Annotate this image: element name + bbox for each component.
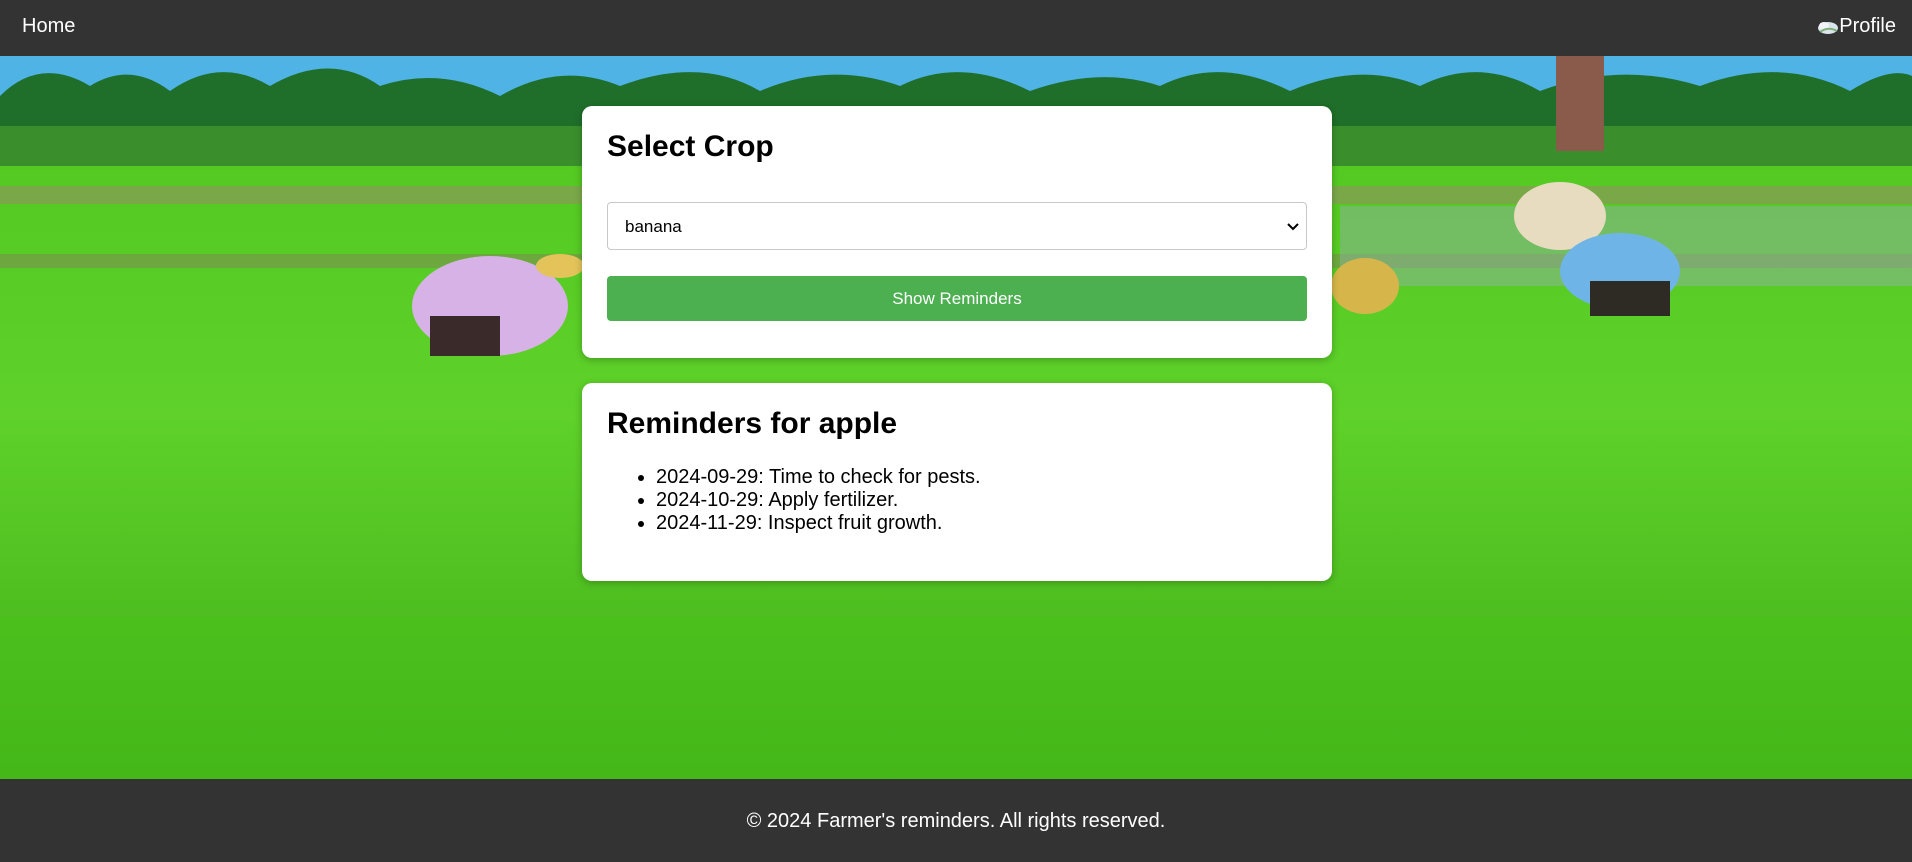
reminders-title: Reminders for apple (607, 407, 898, 440)
nav-home-link[interactable]: Home (22, 15, 75, 38)
select-crop-card: Select Crop banana Show Reminders (582, 106, 1332, 358)
show-reminders-button[interactable]: Show Reminders (607, 276, 1307, 321)
reminders-list: 2024-09-29: Time to check for pests. 202… (656, 466, 981, 535)
chevron-down-icon (1287, 223, 1299, 231)
profile-image-icon (1817, 18, 1839, 36)
select-crop-title: Select Crop (607, 130, 774, 163)
top-navbar: Home Profile (0, 0, 1912, 56)
footer-copyright: © 2024 Farmer's reminders. All rights re… (746, 810, 1166, 832)
crop-select-value: banana (625, 217, 682, 236)
crop-select[interactable]: banana (607, 202, 1307, 250)
reminder-item: 2024-09-29: Time to check for pests. (656, 466, 981, 489)
nav-profile-label: Profile (1839, 15, 1896, 37)
reminders-card: Reminders for apple 2024-09-29: Time to … (582, 383, 1332, 581)
footer: © 2024 Farmer's reminders. All rights re… (0, 779, 1912, 862)
nav-profile-link[interactable]: Profile (1817, 15, 1896, 38)
reminder-item: 2024-10-29: Apply fertilizer. (656, 489, 981, 512)
reminder-item: 2024-11-29: Inspect fruit growth. (656, 512, 981, 535)
